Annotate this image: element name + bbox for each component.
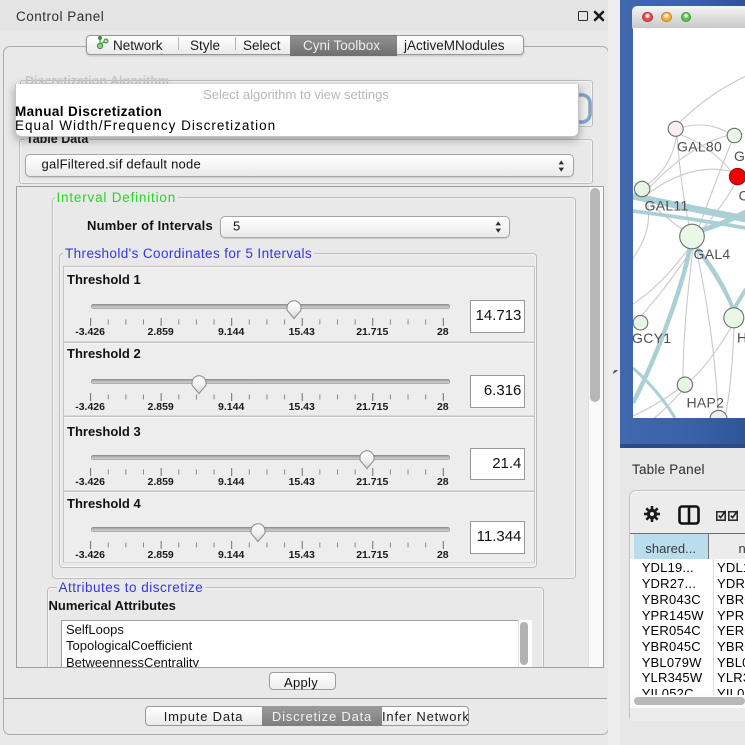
svg-text:H: H: [737, 330, 745, 346]
svg-text:G...: G...: [734, 148, 745, 164]
svg-text:HAP2: HAP2: [686, 395, 724, 411]
svg-text:C: C: [738, 188, 745, 204]
svg-text:GAL4: GAL4: [693, 246, 730, 262]
svg-text:GAL80: GAL80: [677, 139, 722, 155]
svg-text:GAL11: GAL11: [644, 198, 688, 214]
svg-text:GCY1: GCY1: [633, 330, 671, 346]
